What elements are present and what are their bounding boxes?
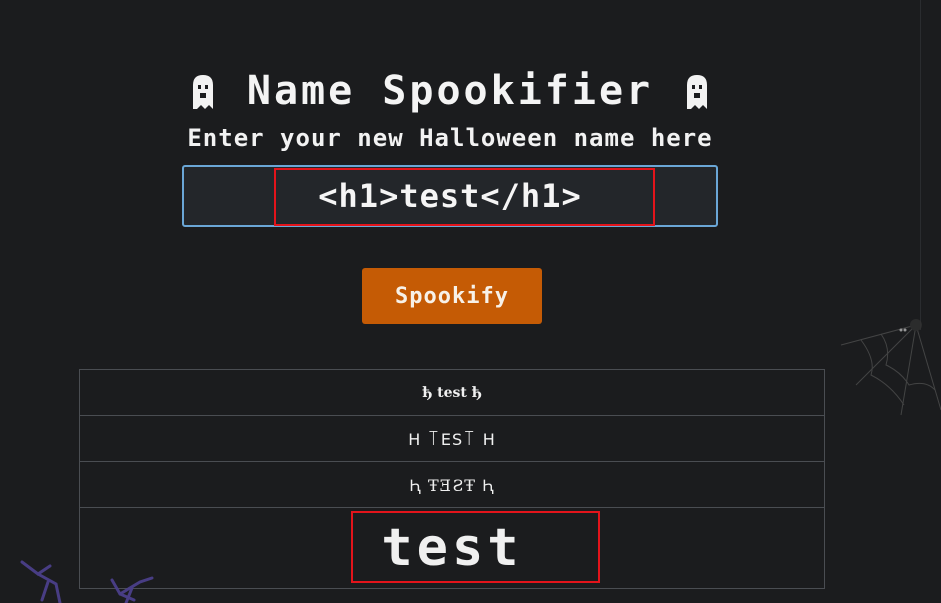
result-row: Н ꓄ꓰꓢ꓄ Н: [80, 416, 824, 462]
results-table: ђ test ђ Н ꓄ꓰꓢ꓄ Н Ԧ ŦƎƧŦ Ԧ test: [79, 369, 825, 589]
result-row: ђ test ђ: [80, 370, 824, 416]
result-row: Ԧ ŦƎƧŦ Ԧ: [80, 462, 824, 508]
title-row: Name Spookifier: [0, 68, 900, 114]
name-input[interactable]: [184, 167, 716, 225]
page-title: Name Spookifier: [246, 68, 654, 114]
ghost-icon: [193, 75, 214, 109]
branch-icon: [20, 560, 154, 603]
spookifier-page: Name Spookifier Enter your new Halloween…: [0, 0, 941, 603]
spookify-button[interactable]: Spookify: [362, 268, 542, 324]
page-subtitle: Enter your new Halloween name here: [187, 124, 713, 152]
ghost-icon: [686, 75, 707, 109]
spider-web-icon: [840, 319, 941, 416]
result-row: test: [381, 518, 523, 578]
name-input-wrapper[interactable]: [182, 165, 718, 227]
spider-thread: [920, 0, 921, 330]
